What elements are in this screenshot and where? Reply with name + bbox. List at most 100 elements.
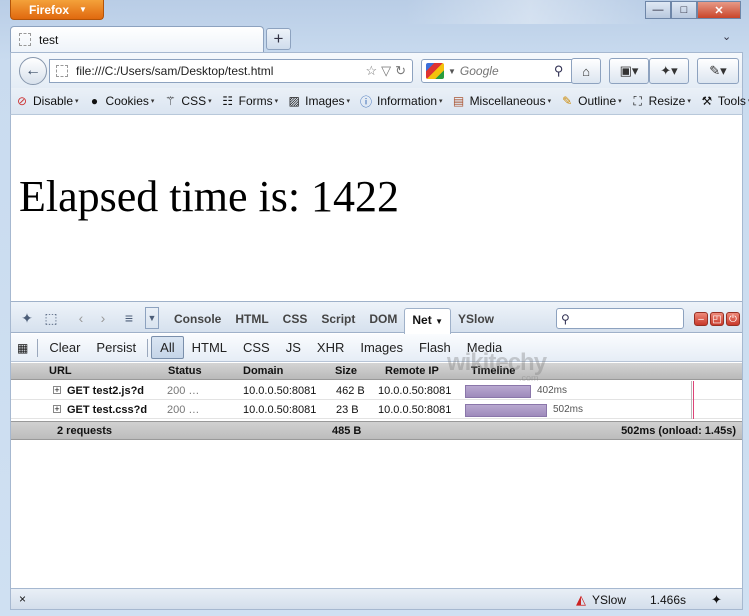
search-icon[interactable]: ⚲	[554, 63, 564, 79]
request-url: GET test2.js?d	[67, 385, 148, 397]
bug-toolbar-button[interactable]: ✦▾	[649, 58, 689, 84]
request-status: 200 …	[167, 404, 200, 416]
yslow-icon: ◭	[576, 592, 586, 607]
tab-console[interactable]: Console	[167, 308, 228, 335]
devbar-label: Resize	[648, 94, 686, 108]
devbar-disable[interactable]: ⊘ Disable ▾	[14, 93, 79, 109]
filter-all[interactable]: All	[151, 336, 184, 359]
close-window-button[interactable]: ✕	[697, 1, 741, 19]
back-arrow-icon: ←	[25, 62, 41, 79]
column-size[interactable]: Size	[335, 365, 357, 377]
xhr-icon[interactable]: ▦	[17, 341, 28, 355]
expand-icon[interactable]: +	[53, 405, 61, 414]
devbar-images[interactable]: ▨ Images ▾	[286, 93, 350, 109]
column-status[interactable]: Status	[168, 365, 202, 377]
request-status: 200 …	[167, 385, 200, 397]
address-bar[interactable]: file:///C:/Users/sam/Desktop/test.html ☆…	[49, 59, 413, 83]
tab-yslow[interactable]: YSlow	[451, 308, 501, 335]
home-icon: ⌂	[582, 63, 590, 79]
chevron-down-icon[interactable]: ▼	[448, 67, 456, 76]
tab-label: test	[39, 32, 59, 47]
search-icon: ⚲	[561, 311, 570, 326]
devbar-label: Forms	[238, 94, 273, 108]
filter-css[interactable]: CSS	[235, 337, 278, 358]
tab-net[interactable]: Net ▼	[404, 308, 451, 335]
home-button[interactable]: ⌂	[571, 58, 601, 84]
titlebar-glare	[405, 0, 655, 24]
timeline-bar	[465, 404, 547, 417]
filter-html[interactable]: HTML	[184, 337, 235, 358]
expand-icon[interactable]: +	[53, 386, 61, 395]
firebug-status-icon[interactable]: ✦	[711, 592, 722, 608]
search-input[interactable]	[459, 64, 550, 78]
back-button[interactable]: ←	[19, 57, 47, 85]
inspect-icon[interactable]: ⬚	[41, 309, 61, 327]
firebug-search-input[interactable]: ⚲	[556, 308, 684, 329]
yslow-status[interactable]: ◭ YSlow	[576, 592, 626, 608]
puzzle-icon: ▣▾	[619, 63, 639, 78]
devbar-label: Tools	[717, 94, 746, 108]
devbar-forms[interactable]: ☷ Forms ▾	[220, 93, 278, 109]
detach-panel-button[interactable]: ◰	[710, 312, 724, 326]
filter-xhr[interactable]: XHR	[309, 337, 352, 358]
column-remote-ip[interactable]: Remote IP	[385, 365, 439, 377]
summary-requests: 2 requests	[57, 425, 113, 437]
filter-js[interactable]: JS	[278, 337, 309, 358]
bookmark-star-icon[interactable]: ☆	[365, 63, 377, 79]
persist-button[interactable]: Persist	[88, 337, 144, 358]
tab-script[interactable]: Script	[314, 308, 362, 335]
cookies-icon: ●	[90, 94, 99, 108]
summary-timing: 502ms (onload: 1.45s)	[621, 425, 736, 437]
eyedropper-button[interactable]: ✎▾	[697, 58, 739, 84]
site-identity-icon[interactable]	[56, 65, 68, 77]
web-developer-toolbar: ⊘ Disable ▾ ● Cookies ▾ ⚚ CSS ▾ ☷ Forms ▾ ▨ Image…	[10, 88, 749, 114]
request-size: 23 B	[336, 404, 359, 416]
table-row[interactable]: + GET test2.js?d 200 … 10.0.0.50:8081 46…	[11, 382, 742, 400]
firefox-menu-label: Firefox	[29, 2, 70, 17]
devbar-label: Information	[377, 94, 438, 108]
wikitechy-watermark: wikitechy .com	[447, 349, 547, 383]
column-url[interactable]: URL	[49, 365, 72, 377]
minimize-button[interactable]: —	[645, 1, 671, 19]
maximize-button[interactable]: □	[671, 1, 697, 19]
page-favicon-icon	[19, 33, 31, 46]
devbar-miscellaneous[interactable]: ▤ Miscellaneous ▾	[451, 93, 551, 109]
tab-list-chevron-icon[interactable]: ⌄	[722, 30, 731, 43]
history-dropdown-icon[interactable]: ▽	[381, 63, 391, 79]
filter-images[interactable]: Images	[352, 337, 411, 358]
devbar-css[interactable]: ⚚ CSS ▾	[162, 93, 212, 109]
devbar-outline[interactable]: ✎ Outline ▾	[559, 93, 622, 109]
devbar-label: Outline	[578, 94, 617, 108]
url-text[interactable]: file:///C:/Users/sam/Desktop/test.html	[76, 64, 357, 78]
timeline-label: 402ms	[537, 385, 568, 396]
back-icon[interactable]: ‹	[71, 309, 91, 327]
panel-list-icon[interactable]: ≡	[119, 309, 139, 327]
devbar-information[interactable]: ⓘ Information ▾	[358, 93, 443, 109]
table-row[interactable]: + GET test.css?d 200 … 10.0.0.50:8081 23…	[11, 401, 742, 419]
forward-icon[interactable]: ›	[93, 309, 113, 327]
clear-button[interactable]: Clear	[41, 337, 88, 358]
column-domain[interactable]: Domain	[243, 365, 283, 377]
tab-test[interactable]: test	[10, 26, 264, 52]
reload-icon[interactable]: ↻	[395, 63, 406, 79]
minimize-panel-button[interactable]: –	[694, 312, 708, 326]
tab-css[interactable]: CSS	[276, 308, 315, 335]
images-icon: ▨	[288, 94, 300, 108]
devbar-resize[interactable]: ⛶ Resize ▾	[630, 93, 690, 109]
chevron-down-icon[interactable]: ▼	[145, 307, 159, 329]
close-panel-button[interactable]: ⏻	[726, 312, 740, 326]
devbar-cookies[interactable]: ● Cookies ▾	[87, 93, 155, 109]
new-tab-button[interactable]: +	[266, 28, 291, 50]
status-bar: × ◭ YSlow 1.466s ✦	[10, 588, 743, 610]
firebug-menu-icon[interactable]: ✦	[17, 309, 37, 327]
close-addon-bar-icon[interactable]: ×	[19, 592, 26, 606]
search-box[interactable]: ▼ ⚲	[421, 59, 575, 83]
request-remote-ip: 10.0.0.50:8081	[378, 404, 452, 416]
tab-html[interactable]: HTML	[228, 308, 275, 335]
tab-dom[interactable]: DOM	[362, 308, 404, 335]
devbar-tools[interactable]: ⚒Tools▾	[699, 93, 749, 109]
firebug-toolbar-button[interactable]: ▣▾	[609, 58, 649, 84]
firefox-menu-button[interactable]: Firefox ▼	[10, 0, 104, 20]
css-wand-icon: ⚚	[165, 94, 176, 108]
google-icon[interactable]	[426, 63, 444, 79]
